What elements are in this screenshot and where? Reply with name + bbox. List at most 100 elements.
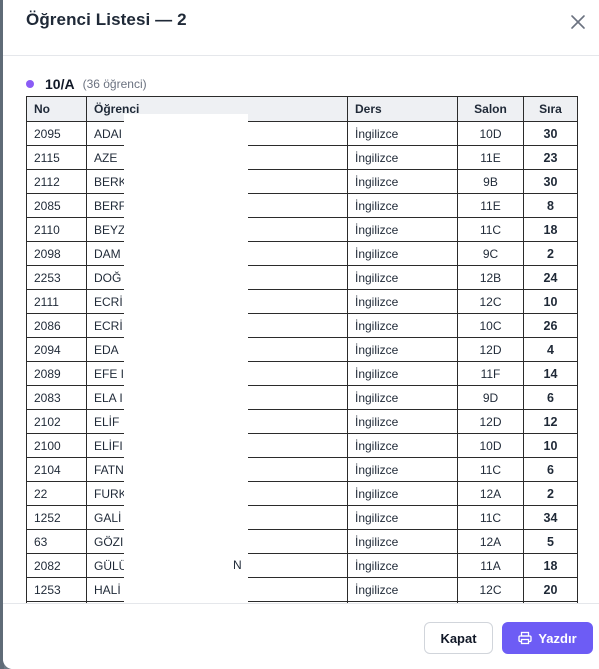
group-heading: 10/A (36 öğrenci) — [26, 75, 147, 93]
cell-seat: 10 — [523, 433, 578, 458]
group-name: 10/A — [45, 76, 75, 92]
table-row: 2085 BERF İngilizce 11E 8 — [26, 193, 578, 218]
group-dot-icon — [26, 80, 34, 88]
cell-no: 2082 — [26, 553, 87, 578]
table-header-row: No Öğrenci Ders Salon Sıra — [26, 96, 578, 122]
cell-no: 2102 — [26, 409, 87, 434]
cell-no: 1253 — [26, 577, 87, 602]
table-row: 2102 ELİF İngilizce 12D 12 — [26, 409, 578, 434]
cell-room: 12A — [457, 481, 524, 506]
cell-course: İngilizce — [347, 313, 458, 338]
student-table-container[interactable]: No Öğrenci Ders Salon Sıra 2095 ADAI İngil… — [26, 96, 579, 603]
modal-footer: Kapat Yazdır — [3, 603, 599, 669]
cell-seat: 30 — [523, 121, 578, 146]
table-row: 2111 ECRİ İngilizce 12C 10 — [26, 289, 578, 314]
modal-header: Öğrenci Listesi — 2 — [3, 0, 599, 56]
header-no: No — [26, 96, 87, 122]
table-row: 2098 DAM İngilizce 9C 2 — [26, 241, 578, 266]
cell-room: 9B — [457, 169, 524, 194]
cell-no: 63 — [26, 529, 87, 554]
cell-course: İngilizce — [347, 505, 458, 530]
cell-course: İngilizce — [347, 289, 458, 314]
table-row: 2104 FATN İngilizce 11C 6 — [26, 457, 578, 482]
cell-no: 1252 — [26, 505, 87, 530]
cell-seat: 8 — [523, 193, 578, 218]
cell-course: İngilizce — [347, 385, 458, 410]
cell-seat: 2 — [523, 241, 578, 266]
cell-course: İngilizce — [347, 577, 458, 602]
cell-room: 11C — [457, 217, 524, 242]
print-button-label: Yazdır — [538, 630, 577, 646]
table-row: 2100 ELİFI İngilizce 10D 10 — [26, 433, 578, 458]
cell-room: 11C — [457, 457, 524, 482]
cell-course: İngilizce — [347, 529, 458, 554]
cell-student-tail: N — [233, 558, 242, 572]
cell-no: 2098 — [26, 241, 87, 266]
table-row: 1252 GALİ İngilizce 11C 34 — [26, 505, 578, 530]
header-room: Salon — [457, 96, 524, 122]
cell-seat: 24 — [523, 265, 578, 290]
cell-no: 2083 — [26, 385, 87, 410]
table-row: 22 FURK İngilizce 12A 2 — [26, 481, 578, 506]
cell-course: İngilizce — [347, 169, 458, 194]
close-button-label: Kapat — [440, 630, 477, 646]
table-row: 2110 BEYZ İngilizce 11C 18 — [26, 217, 578, 242]
modal-title: Öğrenci Listesi — 2 — [26, 10, 187, 29]
cell-no: 2085 — [26, 193, 87, 218]
cell-seat: 30 — [523, 169, 578, 194]
close-button[interactable]: Kapat — [424, 622, 493, 654]
header-course: Ders — [347, 96, 458, 122]
cell-no: 2095 — [26, 121, 87, 146]
cell-course: İngilizce — [347, 337, 458, 362]
table-row: 2115 AZE İngilizce 11E 23 — [26, 145, 578, 170]
table-row: 2082 GÜLÜ N İngilizce 11A 18 — [26, 553, 578, 578]
table-row: 2112 BERK İngilizce 9B 30 — [26, 169, 578, 194]
table-row: 2253 DOĞ İngilizce 12B 24 — [26, 265, 578, 290]
student-list-modal: Öğrenci Listesi — 2 10/A (36 öğrenci) No… — [3, 0, 599, 669]
group-count: (36 öğrenci) — [82, 77, 147, 91]
cell-no: 2115 — [26, 145, 87, 170]
table-row: 1253 HALİ İngilizce 12C 20 — [26, 577, 578, 602]
cell-room: 12B — [457, 265, 524, 290]
cell-seat: 12 — [523, 409, 578, 434]
cell-no: 2094 — [26, 337, 87, 362]
cell-seat: 34 — [523, 505, 578, 530]
cell-room: 12A — [457, 529, 524, 554]
cell-room: 12D — [457, 337, 524, 362]
cell-room: 10D — [457, 121, 524, 146]
table-row: 2083 ELA I İngilizce 9D 6 — [26, 385, 578, 410]
cell-room: 9D — [457, 385, 524, 410]
cell-seat: 4 — [523, 337, 578, 362]
header-seat: Sıra — [523, 96, 578, 122]
cell-room: 9C — [457, 241, 524, 266]
cell-room: 11E — [457, 145, 524, 170]
print-button[interactable]: Yazdır — [502, 622, 593, 654]
close-icon[interactable] — [567, 11, 589, 33]
redaction-block — [124, 114, 248, 603]
cell-course: İngilizce — [347, 433, 458, 458]
cell-course: İngilizce — [347, 409, 458, 434]
cell-seat: 18 — [523, 217, 578, 242]
cell-room: 11C — [457, 505, 524, 530]
cell-room: 11A — [457, 553, 524, 578]
cell-no: 22 — [26, 481, 87, 506]
table-row: 2094 EDA İngilizce 12D 4 — [26, 337, 578, 362]
cell-course: İngilizce — [347, 481, 458, 506]
cell-no: 2110 — [26, 217, 87, 242]
cell-no: 2111 — [26, 289, 87, 314]
cell-course: İngilizce — [347, 553, 458, 578]
cell-seat: 10 — [523, 289, 578, 314]
cell-seat: 23 — [523, 145, 578, 170]
cell-no: 2104 — [26, 457, 87, 482]
cell-seat: 6 — [523, 457, 578, 482]
cell-student-text: GÜLÜ — [94, 558, 128, 573]
cell-course: İngilizce — [347, 217, 458, 242]
table-row: 63 GÖZI İngilizce 12A 5 — [26, 529, 578, 554]
cell-course: İngilizce — [347, 265, 458, 290]
cell-seat: 26 — [523, 313, 578, 338]
cell-seat: 5 — [523, 529, 578, 554]
cell-seat: 20 — [523, 577, 578, 602]
cell-room: 11F — [457, 361, 524, 386]
cell-course: İngilizce — [347, 457, 458, 482]
cell-room: 10C — [457, 313, 524, 338]
